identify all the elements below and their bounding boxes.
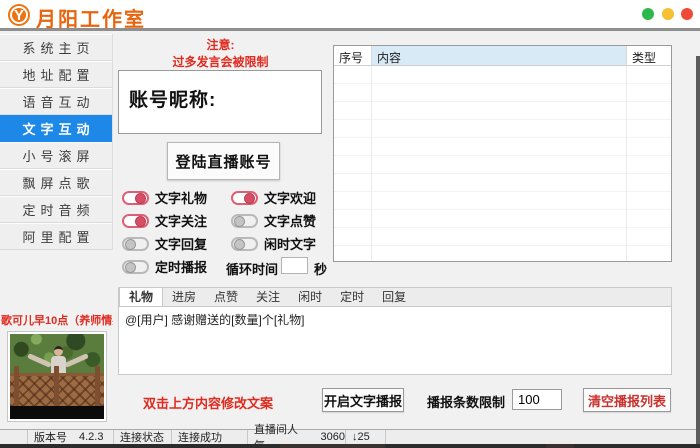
toggle-text-reply[interactable]: 文字回复 (122, 235, 207, 252)
loop-interval-input[interactable] (281, 257, 308, 274)
broadcast-list-table: 序号 内容 类型 (333, 45, 672, 262)
sidebar-item-address-config[interactable]: 地址配置 (0, 61, 112, 88)
status-drop-count: ↓25 (346, 430, 386, 444)
logo-letter: Y (8, 4, 30, 26)
tab-timed[interactable]: 定时 (331, 288, 373, 306)
toggle-label: 文字关注 (155, 211, 207, 230)
edit-hint-text: 双击上方内容修改文案 (143, 393, 273, 412)
person-arm (27, 353, 52, 368)
status-spacer (0, 430, 28, 444)
sidebar-item-voice-interact[interactable]: 语音互动 (0, 88, 112, 115)
person-head (54, 346, 63, 356)
warning-subtitle: 过多发言会被限制 (118, 53, 323, 70)
warning-title: 注意: (118, 36, 323, 53)
app-title: 月阳工作室 (36, 3, 146, 32)
column-header-type: 类型 (627, 46, 671, 65)
toggle-text-welcome[interactable]: 文字欢迎 (231, 189, 316, 206)
clear-broadcast-list-button[interactable]: 清空播报列表 (583, 388, 671, 412)
toggle-switch[interactable] (122, 191, 149, 205)
fence-post (14, 366, 19, 406)
down-arrow-value: ↓25 (352, 431, 370, 443)
version-value: 4.2.3 (79, 431, 103, 443)
app-logo-icon: Y (8, 4, 30, 26)
nickname-label: 账号昵称: (119, 71, 321, 112)
toggle-switch[interactable] (122, 214, 149, 228)
toggle-text-like[interactable]: 文字点赞 (231, 212, 316, 229)
start-text-broadcast-button[interactable]: 开启文字播报 (322, 388, 404, 412)
login-live-account-button[interactable]: 登陆直播账号 (167, 142, 280, 180)
restore-dot-icon[interactable] (662, 8, 674, 20)
popularity-value: 3060 (321, 431, 345, 443)
fence-post (95, 366, 100, 406)
sidebar-item-float-song[interactable]: 飘屏点歌 (0, 169, 112, 196)
screen-edge-right (696, 56, 700, 444)
sidebar-nav: 系统主页 地址配置 语音互动 文字互动 小号滚屏 飘屏点歌 定时音频 阿里配置 (0, 34, 113, 250)
tab-like[interactable]: 点赞 (205, 288, 247, 306)
video-scene (10, 334, 104, 419)
broadcast-limit-input[interactable] (512, 389, 562, 410)
toggle-label: 闲时文字 (264, 234, 316, 253)
screen-edge-bottom (0, 444, 700, 448)
fence-post (54, 366, 59, 406)
status-spacer (386, 430, 700, 444)
column-divider (626, 66, 627, 261)
toggle-switch[interactable] (231, 214, 258, 228)
app-window: Y 月阳工作室 系统主页 地址配置 语音互动 文字互动 小号滚屏 飘屏点歌 定时… (0, 0, 700, 448)
toggle-switch[interactable] (231, 191, 258, 205)
table-body[interactable] (334, 66, 671, 261)
toggle-label: 文字欢迎 (264, 188, 316, 207)
scrolling-notice-text: 歌可儿早10点（养师情感小 (1, 312, 113, 328)
column-header-content: 内容 (372, 46, 627, 65)
tab-reply[interactable]: 回复 (373, 288, 415, 306)
sidebar-item-text-interact[interactable]: 文字互动 (0, 115, 112, 142)
table-header-row: 序号 内容 类型 (334, 46, 671, 66)
column-divider (371, 66, 372, 261)
video-letterbox (10, 406, 104, 419)
status-popularity: 直播间人气 3060 (248, 430, 346, 444)
account-nickname-box: 账号昵称: (118, 70, 322, 134)
sidebar-item-alt-scroll[interactable]: 小号滚屏 (0, 142, 112, 169)
loop-interval-label: 循环时间 (226, 259, 278, 278)
status-version: 版本号 4.2.3 (28, 430, 114, 444)
close-dot-icon[interactable] (681, 8, 693, 20)
status-bar: 版本号 4.2.3 连接状态 连接成功 直播间人气 3060 ↓25 (0, 429, 700, 444)
status-connection-label: 连接状态 (114, 430, 172, 444)
toggle-switch[interactable] (231, 237, 258, 251)
title-bar: Y 月阳工作室 (0, 0, 700, 31)
toggle-label: 文字礼物 (155, 188, 207, 207)
status-connection-value: 连接成功 (172, 430, 248, 444)
template-text-area[interactable]: @[用户] 感谢赠送的[数量]个[礼物] (118, 306, 672, 375)
toggle-text-gift[interactable]: 文字礼物 (122, 189, 207, 206)
version-label: 版本号 (34, 429, 67, 445)
minimize-dot-icon[interactable] (642, 8, 654, 20)
tab-idle[interactable]: 闲时 (289, 288, 331, 306)
column-header-index: 序号 (334, 46, 372, 65)
broadcast-limit-label: 播报条数限制 (427, 392, 505, 411)
toggle-timed-broadcast[interactable]: 定时播报 (122, 258, 207, 275)
tab-follow[interactable]: 关注 (247, 288, 289, 306)
toggle-text-follow[interactable]: 文字关注 (122, 212, 207, 229)
person-arm (64, 353, 89, 368)
toggle-label: 定时播报 (155, 257, 207, 276)
toggle-switch[interactable] (122, 237, 149, 251)
sidebar-item-ali-config[interactable]: 阿里配置 (0, 223, 112, 250)
tab-gift[interactable]: 礼物 (119, 287, 163, 306)
toggle-label: 文字回复 (155, 234, 207, 253)
toggle-idle-text[interactable]: 闲时文字 (231, 235, 316, 252)
sidebar-item-timed-audio[interactable]: 定时音频 (0, 196, 112, 223)
toggle-label: 文字点赞 (264, 211, 316, 230)
tab-enter[interactable]: 进房 (163, 288, 205, 306)
loop-unit-label: 秒 (314, 259, 327, 278)
video-preview (7, 331, 107, 422)
toggle-switch[interactable] (122, 260, 149, 274)
sidebar-item-system-home[interactable]: 系统主页 (0, 34, 112, 61)
template-tab-bar: 礼物 进房 点赞 关注 闲时 定时 回复 (118, 287, 672, 306)
